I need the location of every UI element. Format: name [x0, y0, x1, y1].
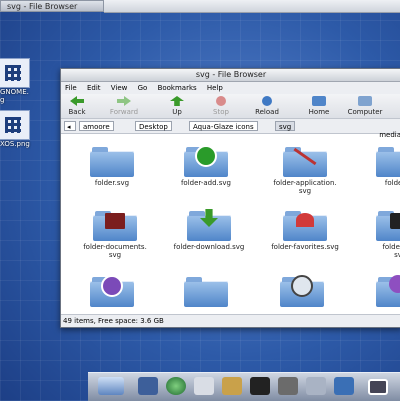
window-title: svg - File Browser [61, 69, 400, 82]
menu-edit[interactable]: Edit [87, 84, 101, 92]
back-button[interactable]: Back [65, 96, 89, 116]
folder-item[interactable]: folder-application. svg [265, 147, 345, 195]
desktop-icon-label-2: XOS.png [0, 140, 30, 148]
back-arrow-icon [70, 96, 84, 106]
computer-icon [358, 96, 372, 106]
folder-item[interactable]: folder-download.svg [169, 209, 249, 251]
path-button-aqua-glaze[interactable]: Aqua-Glaze icons [189, 121, 258, 131]
folder-item[interactable] [75, 275, 149, 309]
folder-item[interactable] [265, 275, 339, 309]
menu-file[interactable]: File [65, 84, 77, 92]
folder-download-icon [187, 209, 231, 241]
file-browser-window: svg - File Browser File Edit View Go Boo… [60, 68, 400, 328]
taskbar-window-button[interactable]: svg - File Browser [0, 0, 104, 12]
folder-icon [376, 275, 400, 307]
status-bar: 49 items, Free space: 3.6 GB [61, 314, 400, 327]
dock-mail-icon[interactable] [194, 377, 214, 395]
menu-bookmarks[interactable]: Bookmarks [158, 84, 197, 92]
dock-terminal-icon[interactable] [250, 377, 270, 395]
up-button[interactable]: Up [165, 96, 189, 116]
folder-item[interactable]: folder-documents. svg [75, 211, 155, 259]
partial-label: media [379, 131, 400, 139]
desktop-icon-label-line2: g [0, 96, 5, 104]
folder-item[interactable] [361, 275, 400, 309]
path-button-svg[interactable]: svg [275, 121, 296, 131]
up-arrow-icon [170, 96, 184, 106]
dock-gimp-icon[interactable] [306, 377, 326, 395]
folder-item[interactable]: folder.svg [75, 147, 149, 187]
dock-finder-icon[interactable] [138, 377, 158, 395]
folder-icon [184, 277, 228, 307]
dock-tools-icon[interactable] [278, 377, 298, 395]
menu-go[interactable]: Go [138, 84, 148, 92]
folder-icon [376, 147, 400, 177]
folder-application-icon [283, 147, 327, 177]
path-left-arrow-icon[interactable]: ◂ [64, 121, 76, 131]
desktop-file-icon[interactable] [0, 58, 30, 88]
menu-bar: File Edit View Go Bookmarks Help [61, 82, 400, 94]
stop-button[interactable]: Stop [209, 96, 233, 116]
folder-item[interactable]: folder-add.svg [169, 145, 243, 187]
top-panel [104, 0, 400, 13]
stop-icon [216, 96, 226, 106]
toolbar: Back Forward Up Stop Reload Home Compute… [61, 94, 400, 119]
reload-button[interactable]: Reload [253, 96, 281, 116]
home-icon [312, 96, 326, 106]
forward-button[interactable]: Forward [109, 96, 139, 116]
folder-favorites-icon [283, 211, 327, 241]
folder-item[interactable]: folder-favorites.svg [265, 211, 345, 251]
desktop-icon-label: GNOME. [0, 88, 29, 96]
dock-window-icon[interactable] [368, 379, 388, 395]
dock [88, 372, 400, 401]
home-button[interactable]: Home [305, 96, 333, 116]
folder-add-icon [184, 145, 228, 177]
folder-music-icon [90, 275, 134, 307]
folder-item[interactable]: folder-c [361, 147, 400, 187]
menu-view[interactable]: View [111, 84, 128, 92]
dock-editor-icon[interactable] [222, 377, 242, 395]
reload-icon [262, 96, 272, 106]
folder-search-icon [280, 275, 324, 307]
folder-item[interactable] [169, 277, 243, 309]
computer-button[interactable]: Computer [345, 96, 385, 116]
menu-help[interactable]: Help [207, 84, 223, 92]
file-icon-view: media folder.svg folder-add.svg folder-a… [61, 131, 400, 315]
path-button-desktop[interactable]: Desktop [135, 121, 172, 131]
forward-arrow-icon [117, 96, 131, 106]
folder-documents-icon [93, 211, 137, 241]
folder-item[interactable]: folder-na sv [361, 211, 400, 259]
dock-trash-icon[interactable] [334, 377, 354, 395]
folder-icon [376, 211, 400, 241]
folder-icon [90, 147, 134, 177]
desktop-file-icon-2[interactable] [0, 110, 30, 140]
dock-desktop-icon[interactable] [98, 377, 124, 395]
path-button-amoore[interactable]: amoore [79, 121, 114, 131]
dock-globe-icon[interactable] [166, 377, 186, 395]
